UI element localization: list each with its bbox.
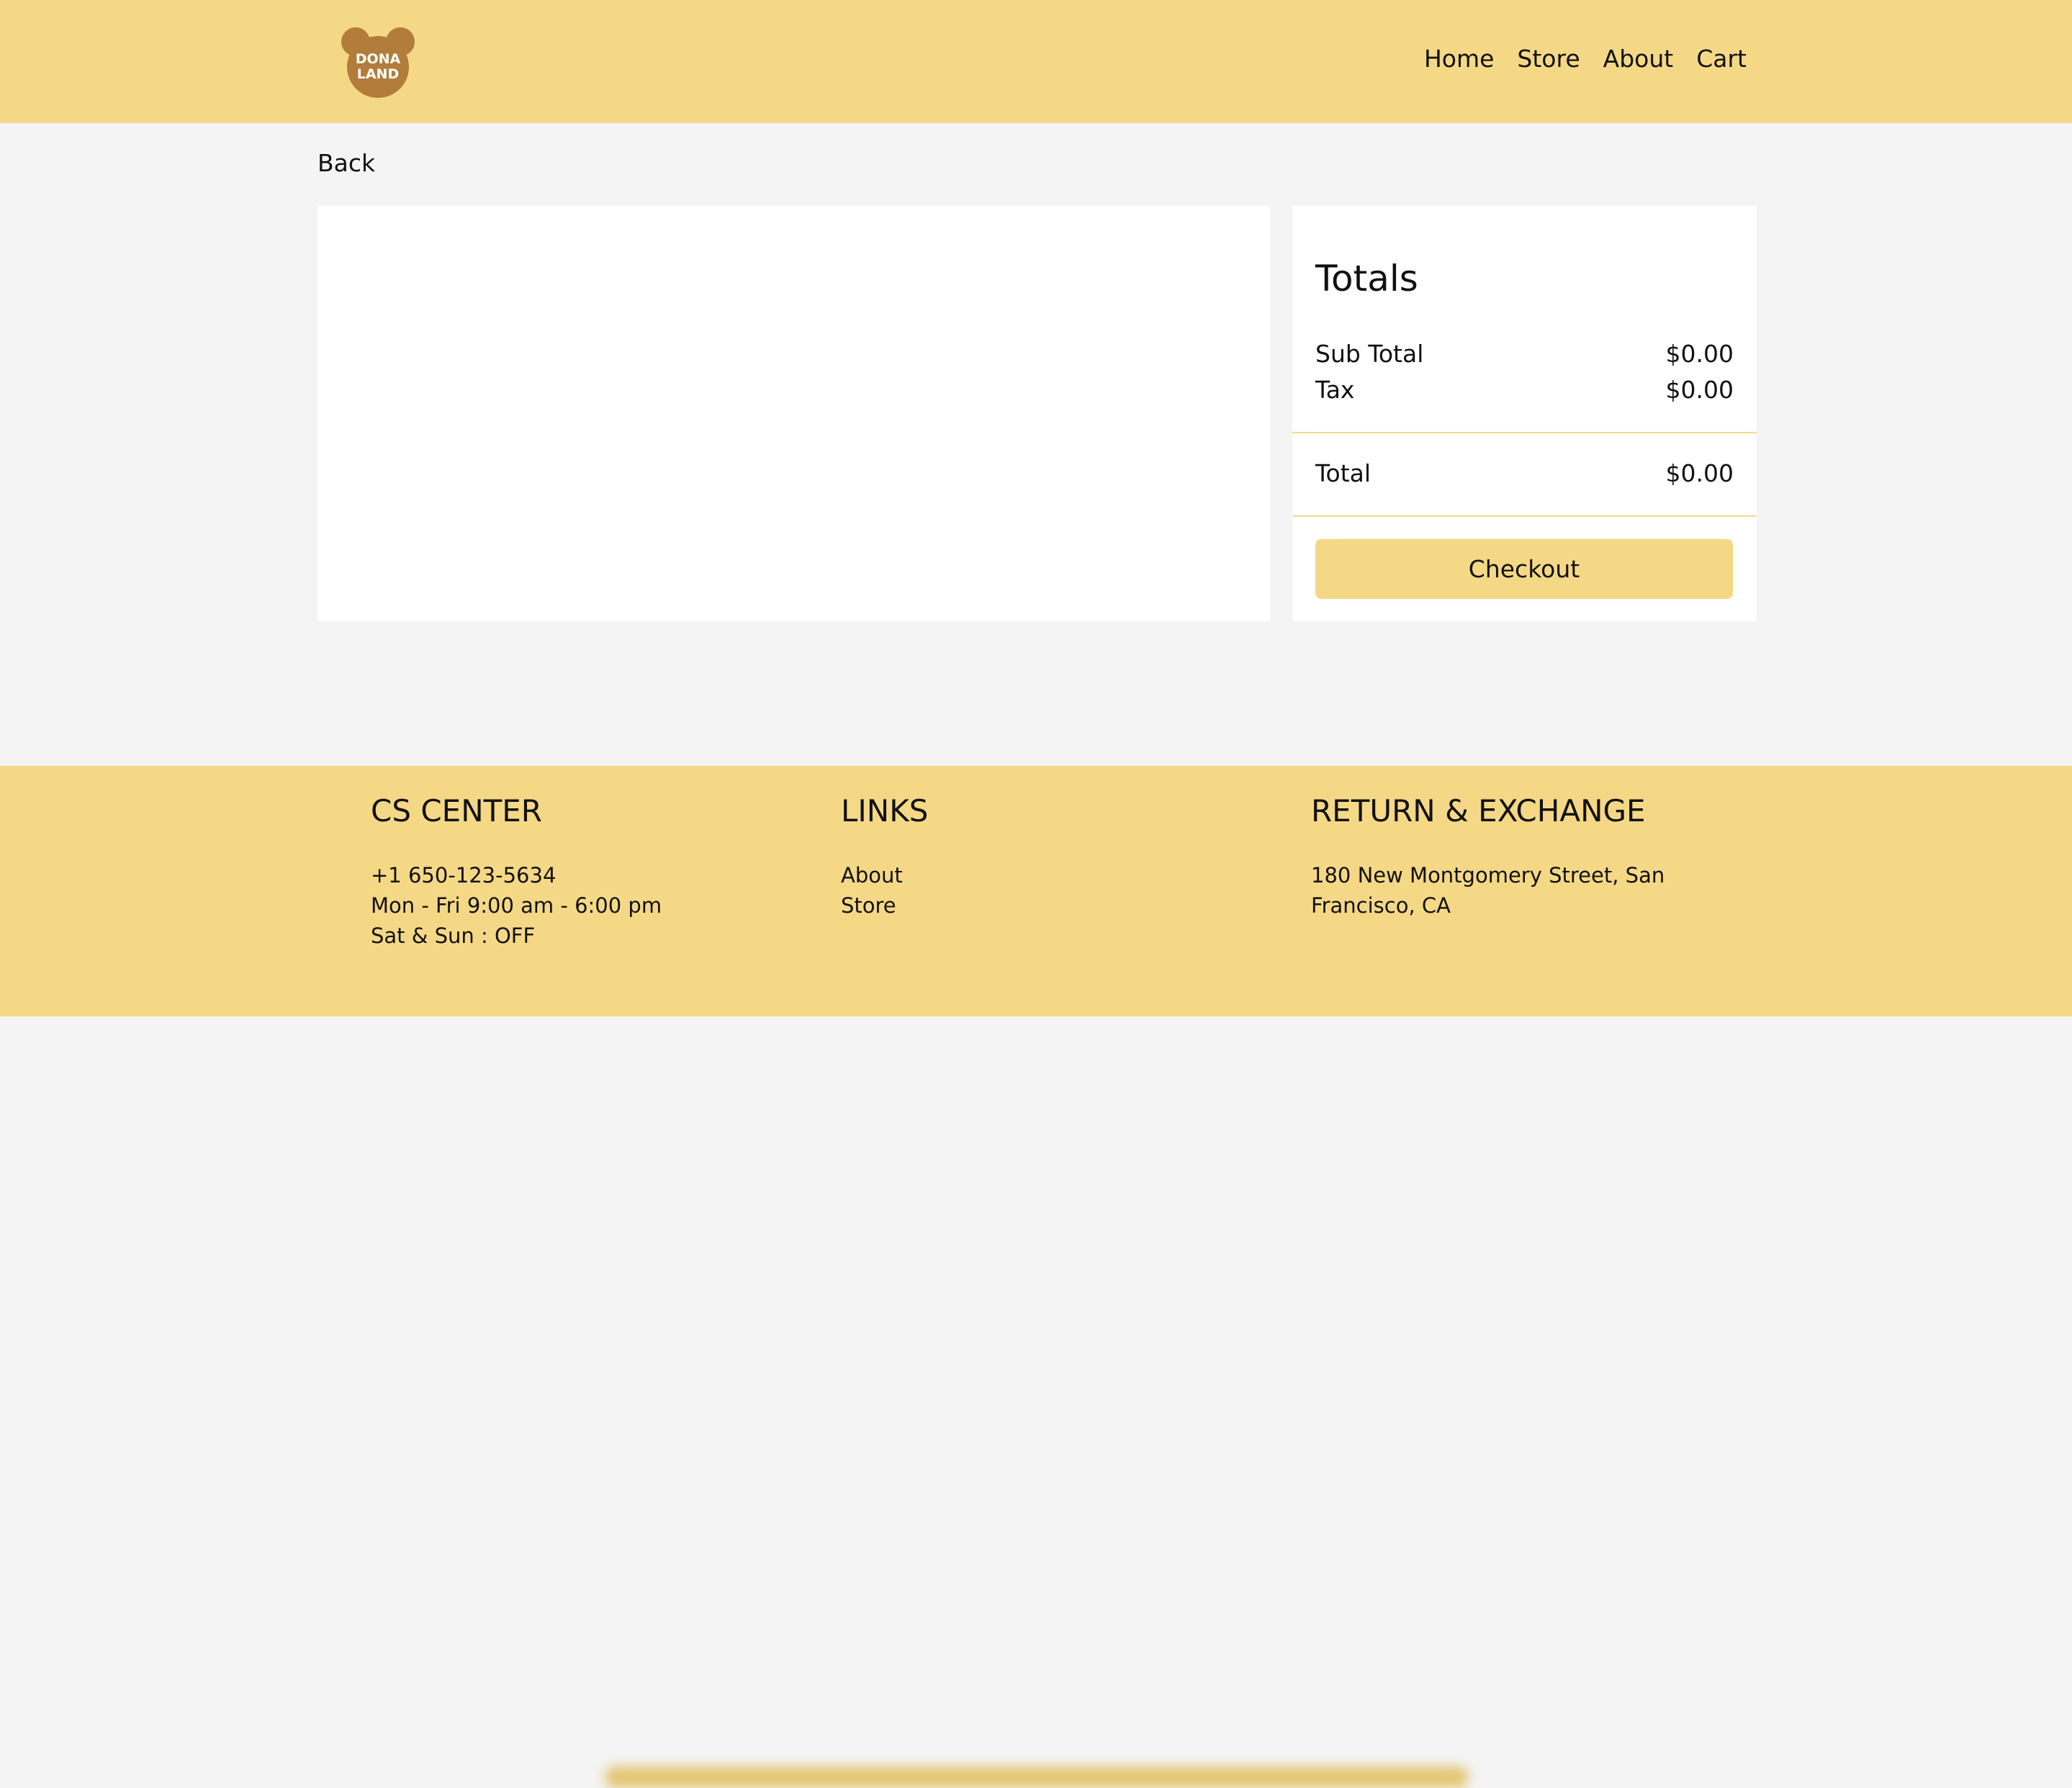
totals-divider-top xyxy=(1292,432,1757,433)
checkout-button[interactable]: Checkout xyxy=(1315,539,1733,599)
site-footer: CS CENTER +1 650-123-5634 Mon - Fri 9:00… xyxy=(0,766,2072,1788)
logo-text-line1: DONA xyxy=(355,51,401,67)
totals-title: Totals xyxy=(1315,258,1418,299)
footer-return-title: RETURN & EXCHANGE xyxy=(1311,793,1646,828)
footer-links-title: LINKS xyxy=(841,793,929,828)
totals-divider-bottom xyxy=(1292,515,1757,517)
cart-items-panel xyxy=(317,206,1270,621)
nav-cart[interactable]: Cart xyxy=(1696,45,1747,73)
footer-cs-phone: +1 650-123-5634 xyxy=(371,863,557,888)
nav-home[interactable]: Home xyxy=(1424,45,1494,73)
footer-return-address-line2: Francisco, CA xyxy=(1311,893,1451,918)
footer-return-address-line1: 180 New Montgomery Street, San xyxy=(1311,863,1665,888)
footer-cs-weekend-hours: Sat & Sun : OFF xyxy=(371,924,536,948)
total-row: Total $0.00 xyxy=(1315,459,1734,487)
logo-text-line2: LAND xyxy=(356,66,400,82)
footer-links: LINKS About Store xyxy=(841,793,928,921)
footer-link-about[interactable]: About xyxy=(841,860,928,890)
site-header: DONA LAND Home Store About Cart xyxy=(0,0,2072,123)
footer-shadow xyxy=(605,1766,1469,1788)
main-nav: Home Store About Cart xyxy=(1424,45,1747,73)
subtotal-row: Sub Total $0.00 xyxy=(1315,340,1734,368)
footer-link-store[interactable]: Store xyxy=(841,890,928,921)
nav-store[interactable]: Store xyxy=(1517,45,1580,73)
subtotal-value: $0.00 xyxy=(1665,340,1734,368)
total-value: $0.00 xyxy=(1665,459,1734,487)
dona-land-logo[interactable]: DONA LAND xyxy=(338,27,418,98)
subtotal-label: Sub Total xyxy=(1315,340,1424,368)
back-link[interactable]: Back xyxy=(317,149,375,177)
total-label: Total xyxy=(1315,459,1371,487)
footer-cs-title: CS CENTER xyxy=(371,793,542,828)
footer-cs-center: CS CENTER +1 650-123-5634 Mon - Fri 9:00… xyxy=(371,793,662,951)
tax-label: Tax xyxy=(1315,376,1355,404)
totals-panel: Totals Sub Total $0.00 Tax $0.00 Total $… xyxy=(1292,206,1757,621)
tax-value: $0.00 xyxy=(1665,376,1734,404)
footer-cs-weekday-hours: Mon - Fri 9:00 am - 6:00 pm xyxy=(371,893,662,918)
tax-row: Tax $0.00 xyxy=(1315,376,1734,404)
footer-return-exchange: RETURN & EXCHANGE 180 New Montgomery Str… xyxy=(1311,793,1665,921)
nav-about[interactable]: About xyxy=(1603,45,1674,73)
logo-face: DONA LAND xyxy=(347,36,409,98)
